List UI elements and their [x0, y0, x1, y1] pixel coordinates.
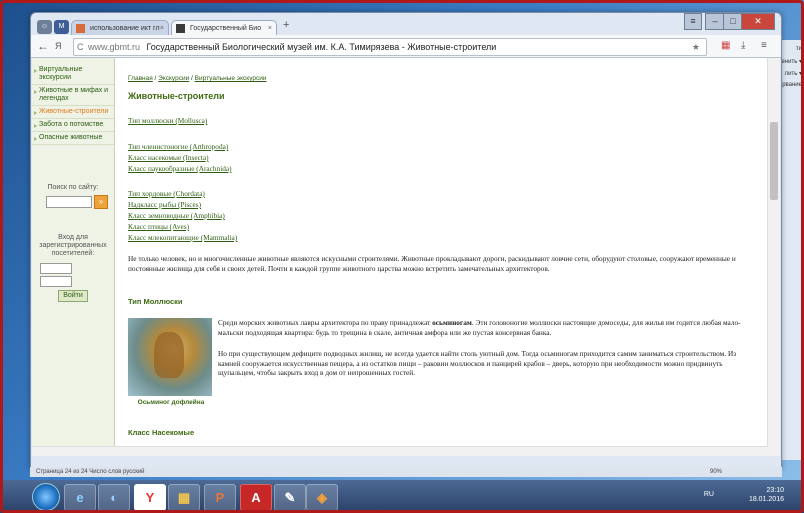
login-label: Вход для зарегистрированных посетителей: — [39, 234, 107, 257]
breadcrumb-tours[interactable]: Экскурсии — [158, 75, 189, 82]
app-icon[interactable]: ◈ — [306, 484, 338, 511]
search-label: Поиск по сайту: — [47, 184, 99, 191]
close-icon[interactable]: × — [268, 21, 272, 35]
sidebar-item-myths[interactable]: Животные в мифах и легендах — [32, 85, 114, 106]
browser-toolbar: ← Я C www.gbmt.ru Государственный Биолог… — [31, 35, 781, 58]
menu-icon[interactable]: ≡ — [684, 13, 702, 30]
link-pisces[interactable]: Надкласс рыбы (Pisces) — [128, 200, 201, 209]
yandex-icon[interactable]: Я — [55, 38, 62, 54]
vertical-scrollbar[interactable] — [767, 58, 780, 456]
paint-icon[interactable]: ✎ — [274, 484, 306, 511]
new-tab-button[interactable]: + — [283, 19, 289, 31]
yandex-browser-icon[interactable]: Y — [134, 484, 166, 511]
ie-icon[interactable]: e — [64, 484, 96, 511]
address-bar[interactable]: C www.gbmt.ru Государственный Биологичес… — [73, 38, 707, 56]
start-button[interactable] — [32, 483, 60, 511]
mollusca-paragraph-2: Но при существующем дефиците подводных ж… — [218, 349, 737, 377]
clock-time[interactable]: 23:10 — [749, 486, 784, 495]
section-mollusca-heading: Тип Моллюски — [128, 297, 183, 306]
scrollbar-thumb[interactable] — [770, 122, 778, 200]
mollusca-paragraph-1: Среди морских животных лавры архитектора… — [218, 318, 748, 337]
login-field[interactable] — [40, 263, 72, 274]
acrobat-icon[interactable]: A — [240, 484, 272, 511]
powerpoint-icon[interactable]: P — [204, 484, 236, 511]
word-status-bar: Страница 24 из 24 Число слов русский 90% — [30, 467, 782, 477]
menu-icon[interactable]: ≡ — [761, 38, 767, 54]
app-pin-icon[interactable]: ☺ — [37, 20, 52, 34]
paragraph-text: Среди морских животных лавры архитектора… — [218, 318, 433, 327]
horizontal-scrollbar[interactable] — [32, 446, 768, 456]
media-player-icon[interactable]: ◐ — [98, 484, 130, 511]
museum-favicon-icon — [176, 24, 185, 33]
extension-icon[interactable]: ▦ — [721, 38, 730, 54]
tab-museum[interactable]: Государственный Био × — [171, 20, 277, 35]
password-field[interactable] — [40, 276, 72, 287]
login-button[interactable]: Войти — [58, 290, 88, 302]
reload-icon[interactable]: C — [77, 39, 84, 55]
tab-label: Государственный Био — [190, 25, 262, 32]
clock-date[interactable]: 18.01.2016 — [749, 495, 784, 504]
url-text: www.gbmt.ru — [88, 42, 141, 52]
gmail-pin-icon[interactable]: M — [54, 20, 69, 34]
main-article: Главная / Экскурсии / Виртуальные экскур… — [124, 58, 750, 456]
link-mammalia[interactable]: Класс млекопитающие (Mammalia) — [128, 233, 237, 242]
browser-window: ☺ M использование икт гл × Государственн… — [30, 12, 782, 469]
status-text: Страница 24 из 24 Число слов русский — [36, 469, 145, 475]
intro-paragraph: Не только человек, но и многочисленные ж… — [128, 254, 736, 273]
close-icon[interactable]: × — [160, 21, 164, 35]
link-mollusca[interactable]: Тип моллюски (Mollusca) — [128, 116, 207, 125]
octopus-term: осьминогам — [432, 318, 472, 327]
document-icon — [76, 24, 85, 33]
download-icon[interactable]: ⤓ — [741, 38, 745, 54]
sidebar-item-offspring[interactable]: Забота о потомстве — [32, 119, 114, 132]
link-amphibia[interactable]: Класс земноводные (Amphibia) — [128, 211, 225, 220]
page-title: Животные-строители — [128, 91, 225, 101]
tab-label: использование икт гл — [90, 25, 160, 32]
star-icon[interactable]: ★ — [692, 39, 700, 55]
tab-ikt[interactable]: использование икт гл × — [71, 20, 169, 35]
zoom-level[interactable]: 90% — [710, 467, 722, 477]
page-title-in-bar: Государственный Биологический музей им. … — [146, 42, 497, 52]
sidebar-item-dangerous[interactable]: Опасные животные — [32, 132, 114, 145]
search-go-button[interactable]: » — [94, 195, 108, 209]
title-bar: ☺ M использование икт гл × Государственн… — [31, 13, 781, 35]
minimize-icon[interactable]: – — [705, 13, 725, 30]
link-arachnida[interactable]: Класс паукообразные (Arachnida) — [128, 164, 232, 173]
photo-caption: Осьминог дофлейна — [137, 399, 205, 406]
breadcrumb-virtual-tours[interactable]: Виртуальные экскурсии — [195, 75, 267, 82]
office-ribbon-item[interactable]: енить ▾ — [781, 58, 802, 65]
link-insecta[interactable]: Класс насекомые (Insecta) — [128, 153, 209, 162]
site-sidebar: Виртуальные экскурсии Животные в мифах и… — [32, 58, 115, 456]
link-arthropoda[interactable]: Тип членистоногие (Arthropoda) — [128, 142, 228, 151]
language-indicator[interactable]: RU — [704, 490, 714, 499]
office-ribbon-item[interactable]: лить ▾ — [785, 70, 802, 77]
close-window-icon[interactable]: ✕ — [741, 13, 775, 30]
section-insecta-heading: Класс Насекомые — [128, 428, 195, 437]
sidebar-item-builders[interactable]: Животные-строители — [32, 106, 114, 119]
page-content: Виртуальные экскурсии Животные в мифах и… — [32, 58, 780, 456]
octopus-photo — [128, 318, 212, 396]
link-aves[interactable]: Класс птицы (Aves) — [128, 222, 189, 231]
taskbar: e ◐ Y ▦ P A ✎ ◈ RU 23:10 18.01.2016 — [0, 480, 804, 513]
system-tray: RU 23:10 18.01.2016 — [704, 486, 784, 504]
breadcrumb-home[interactable]: Главная — [128, 75, 153, 82]
link-chordata[interactable]: Тип хордовые (Chordata) — [128, 189, 205, 198]
office-ribbon-item[interactable]: ти — [796, 46, 802, 52]
explorer-icon[interactable]: ▦ — [168, 484, 200, 511]
office-ribbon-item[interactable]: рвание — [782, 82, 802, 88]
maximize-icon[interactable]: □ — [723, 13, 743, 30]
back-icon[interactable]: ← — [37, 38, 49, 54]
sidebar-item-virtual-tours[interactable]: Виртуальные экскурсии — [32, 64, 114, 85]
search-input[interactable] — [46, 196, 92, 208]
breadcrumb: Главная / Экскурсии / Виртуальные экскур… — [128, 75, 267, 82]
